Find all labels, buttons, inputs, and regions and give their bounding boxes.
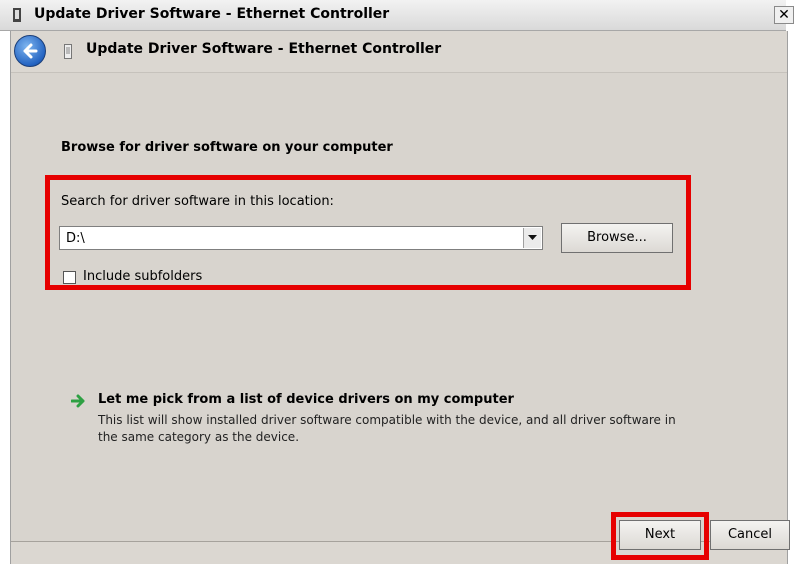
chevron-down-icon xyxy=(528,235,537,240)
location-combobox[interactable]: D:\ xyxy=(59,226,543,250)
back-button[interactable] xyxy=(14,35,46,67)
wizard-title: Update Driver Software - Ethernet Contro… xyxy=(86,41,442,57)
dropdown-button[interactable] xyxy=(523,228,541,248)
cancel-button[interactable]: Cancel xyxy=(710,520,790,550)
browse-button[interactable]: Browse... xyxy=(561,223,673,253)
network-adapter-icon xyxy=(64,44,72,59)
pick-from-list-description: This list will show installed driver sof… xyxy=(98,413,676,444)
include-subfolders-checkbox[interactable] xyxy=(63,271,76,284)
page-title: Browse for driver software on your compu… xyxy=(61,140,393,155)
include-subfolders-label[interactable]: Include subfolders xyxy=(83,269,202,284)
window-title: Update Driver Software - Ethernet Contro… xyxy=(34,6,390,22)
pick-from-list-link[interactable]: Let me pick from a list of device driver… xyxy=(98,392,514,407)
green-arrow-icon xyxy=(71,394,85,408)
window-titlebar: Update Driver Software - Ethernet Contro… xyxy=(0,0,786,31)
search-location-label: Search for driver software in this locat… xyxy=(61,194,334,209)
next-button[interactable]: Next xyxy=(619,520,701,550)
dialog: Update Driver Software - Ethernet Contro… xyxy=(10,31,790,564)
location-value: D:\ xyxy=(66,231,85,246)
wizard-content: Browse for driver software on your compu… xyxy=(11,72,787,542)
close-button[interactable]: ✕ xyxy=(774,6,794,24)
back-arrow-icon xyxy=(23,43,38,59)
window-icon xyxy=(13,8,21,22)
